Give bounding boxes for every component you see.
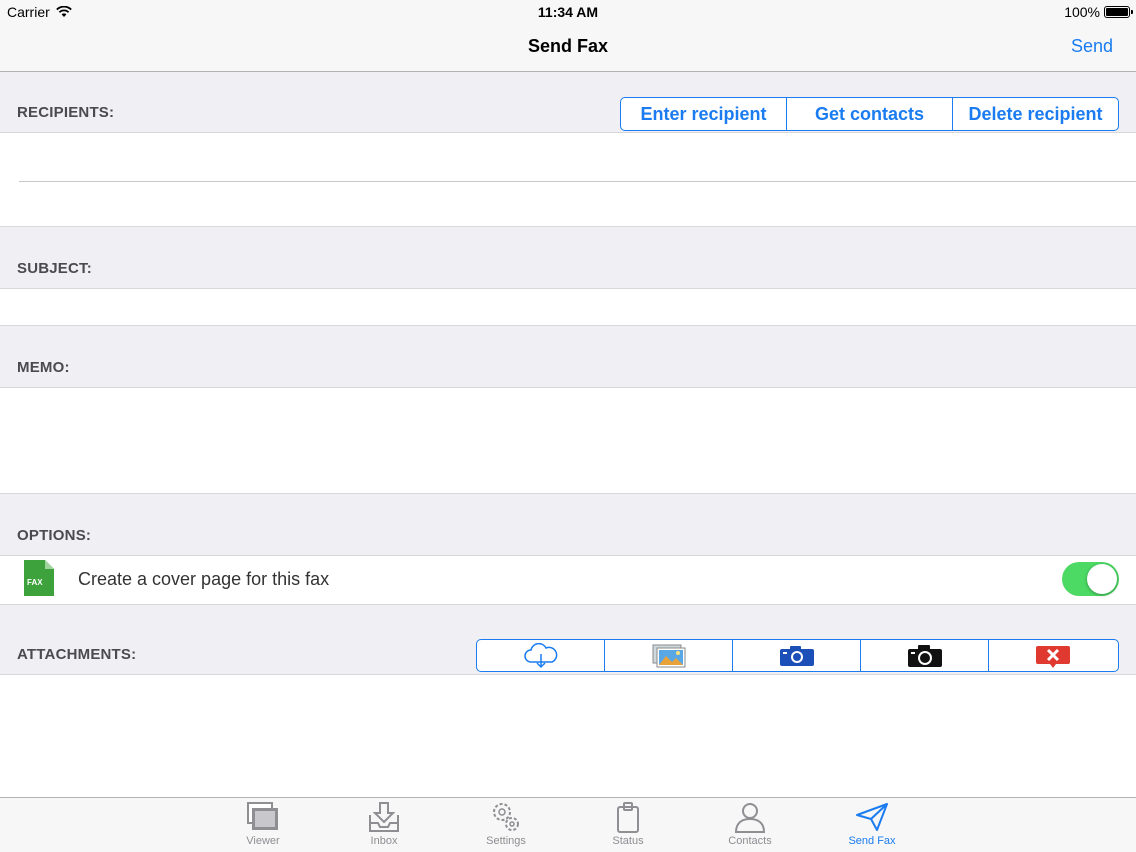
toggle-knob <box>1087 564 1117 594</box>
cloud-import-button[interactable] <box>477 640 605 671</box>
subject-field[interactable] <box>0 289 1136 326</box>
status-bar: Carrier 11:34 AM 100% <box>0 0 1136 24</box>
options-label: OPTIONS: <box>17 527 92 544</box>
cloud-download-icon <box>523 643 557 669</box>
cover-page-toggle[interactable] <box>1062 562 1119 596</box>
recipients-label: RECIPIENTS: <box>17 104 115 121</box>
delete-attachment-icon <box>1036 646 1070 668</box>
recipients-header: RECIPIENTS: Enter recipient Get contacts… <box>0 73 1136 133</box>
status-time: 11:34 AM <box>537 4 599 20</box>
tab-inbox-label: Inbox <box>370 835 398 847</box>
camera-button[interactable] <box>733 640 861 671</box>
tab-contacts-label: Contacts <box>728 835 772 847</box>
battery-icon <box>1104 6 1133 18</box>
recipients-list[interactable] <box>0 133 1136 227</box>
tab-status[interactable]: Status <box>578 798 678 852</box>
cover-page-row: FAX Create a cover page for this fax <box>0 556 1136 605</box>
recipient-actions: Enter recipient Get contacts Delete reci… <box>620 97 1119 131</box>
tab-viewer-label: Viewer <box>246 835 280 847</box>
photo-library-button[interactable] <box>605 640 733 671</box>
delete-attachment-button[interactable] <box>989 640 1117 671</box>
battery-percent: 100% <box>1064 4 1100 20</box>
clipboard-icon <box>617 802 639 833</box>
camera-black-icon <box>907 645 942 667</box>
attachments-list[interactable] <box>0 675 1136 797</box>
camera-blue-icon <box>779 646 814 666</box>
page-title: Send Fax <box>527 36 609 56</box>
attachments-header: ATTACHMENTS: <box>0 605 1136 675</box>
cover-page-label: Create a cover page for this fax <box>78 569 330 589</box>
viewer-icon <box>247 802 278 830</box>
scan-camera-button[interactable] <box>861 640 989 671</box>
send-button[interactable]: Send <box>1071 36 1113 57</box>
person-icon <box>734 803 766 833</box>
tab-status-label: Status <box>612 835 644 847</box>
fax-icon-text: FAX <box>27 578 43 587</box>
tab-settings-label: Settings <box>486 835 526 847</box>
memo-label: MEMO: <box>17 359 70 376</box>
memo-field[interactable] <box>0 388 1136 494</box>
subject-label: SUBJECT: <box>17 260 92 277</box>
status-right: 100% <box>1064 4 1133 20</box>
memo-header: MEMO: <box>0 326 1136 388</box>
navigation-bar: Send Fax Send <box>0 24 1136 72</box>
tab-inbox[interactable]: Inbox <box>334 798 434 852</box>
photos-icon <box>652 644 685 668</box>
tab-send-fax-label: Send Fax <box>848 835 896 847</box>
options-header: OPTIONS: <box>0 494 1136 556</box>
fax-document-icon: FAX <box>24 560 54 596</box>
tab-send-fax[interactable]: Send Fax <box>822 798 922 852</box>
gear-icon <box>493 803 519 831</box>
get-contacts-button[interactable]: Get contacts <box>787 98 953 130</box>
tab-bar: Viewer Inbox Settings Status Contacts Se… <box>0 797 1136 852</box>
attachment-actions <box>476 639 1119 672</box>
attachments-label: ATTACHMENTS: <box>17 646 137 663</box>
paper-plane-icon <box>856 803 888 831</box>
recipient-separator <box>19 181 1136 182</box>
delete-recipient-button[interactable]: Delete recipient <box>953 98 1118 130</box>
subject-header: SUBJECT: <box>0 227 1136 289</box>
inbox-icon <box>369 802 399 832</box>
enter-recipient-button[interactable]: Enter recipient <box>621 98 787 130</box>
tab-contacts[interactable]: Contacts <box>700 798 800 852</box>
tab-viewer[interactable]: Viewer <box>213 798 313 852</box>
tab-settings[interactable]: Settings <box>456 798 556 852</box>
